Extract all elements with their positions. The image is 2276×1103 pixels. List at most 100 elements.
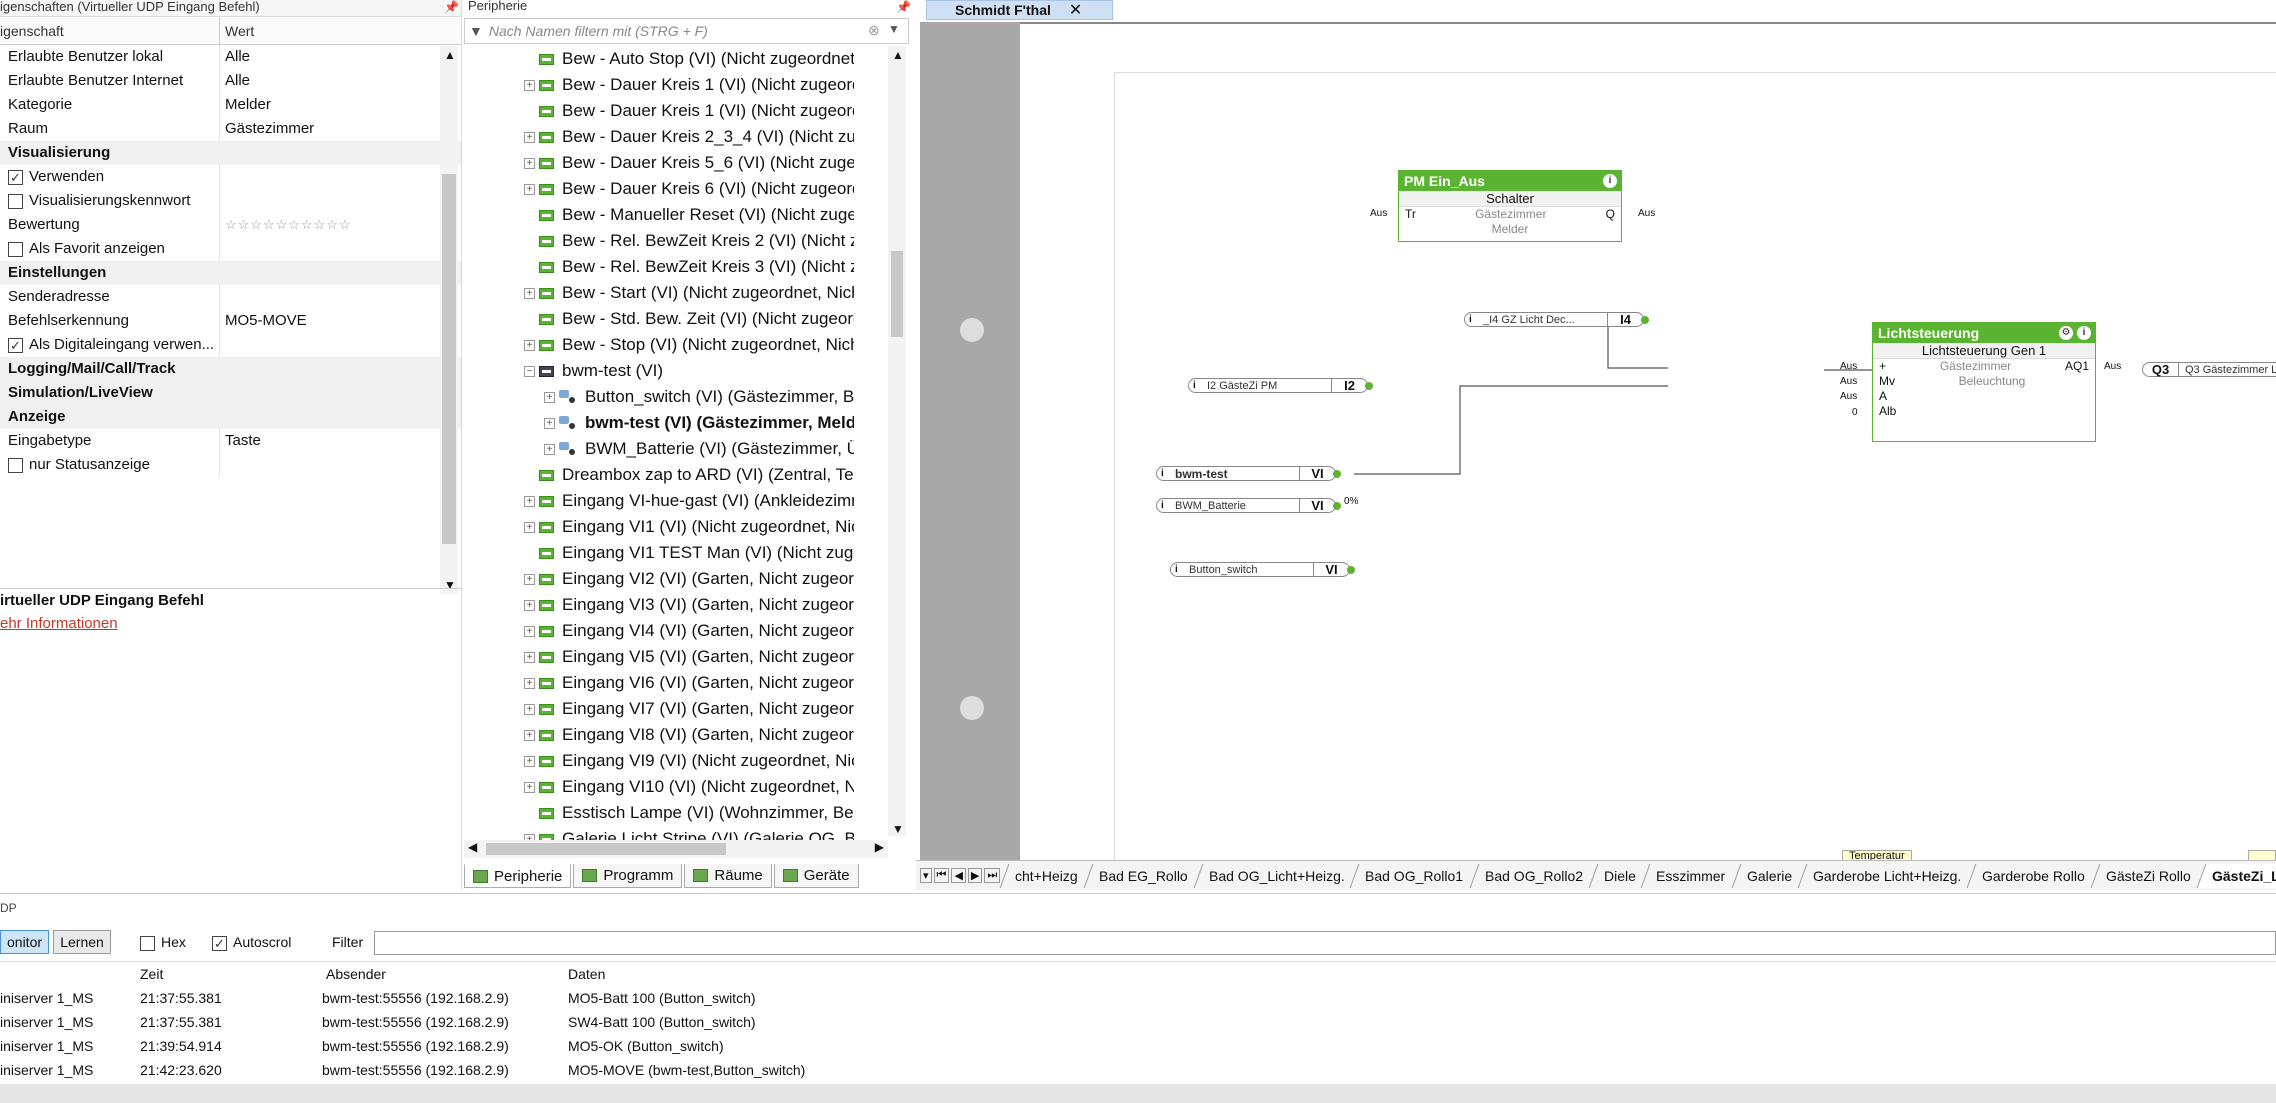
output-q3[interactable]: Q3 Gästezimmer Lic...Q3 (2142, 362, 2276, 377)
document-tab[interactable]: Schmidt F'thal ✕ (926, 0, 1114, 20)
expand-icon[interactable]: + (524, 599, 535, 611)
hex-toggle[interactable]: Hex (136, 930, 186, 954)
page-tab[interactable]: Diele (1588, 863, 1650, 888)
page-tab[interactable]: Bad OG_Rollo1 (1350, 863, 1478, 888)
expand-icon[interactable]: + (524, 703, 535, 715)
expand-icon[interactable]: + (524, 339, 535, 351)
settings-icon[interactable]: ⚙ (2059, 326, 2073, 340)
connector-dot[interactable] (1333, 470, 1341, 478)
property-value[interactable]: ☆☆☆☆☆☆☆☆☆☆ (220, 213, 461, 237)
connector-dot[interactable] (1333, 502, 1341, 510)
scroll-down-icon[interactable]: ▼ (892, 822, 904, 836)
property-row[interactable]: ✓ Verwenden (0, 165, 461, 189)
input-a[interactable]: A (1879, 389, 1887, 404)
tree-item[interactable]: + Eingang VI8 (VI) (Garten, Nicht zugeord… (524, 722, 854, 748)
property-checkbox[interactable] (8, 193, 23, 209)
tab-raeume[interactable]: Räume (684, 864, 772, 888)
expand-icon[interactable]: + (524, 781, 535, 793)
property-row[interactable]: Als Favorit anzeigen (0, 237, 461, 261)
tree-item[interactable]: Bew - Dauer Kreis 1 (VI) (Nicht zugeordn… (524, 98, 854, 124)
tree-item[interactable]: Bew - Rel. BewZeit Kreis 3 (VI) (Nicht z… (524, 254, 854, 280)
tree-item[interactable]: + Bew - Stop (VI) (Nicht zugeordnet, Nich… (524, 332, 854, 358)
expand-icon[interactable]: + (544, 443, 555, 455)
pin-icon[interactable]: 📌 (896, 0, 911, 14)
output-aq1[interactable]: AQ1 (2065, 359, 2089, 374)
tree-item[interactable]: + Bew - Start (VI) (Nicht zugeordnet, Nic… (524, 280, 854, 306)
tab-programm[interactable]: Programm (573, 864, 683, 888)
expand-icon[interactable]: + (544, 391, 555, 403)
page-tab[interactable]: Bad OG_Licht+Heizg. (1193, 863, 1359, 888)
property-row[interactable]: Simulation/LiveView (0, 381, 461, 405)
property-value[interactable]: Alle (220, 45, 461, 69)
expand-icon[interactable]: + (524, 573, 535, 585)
scroll-thumb[interactable] (891, 251, 903, 337)
nav-last-icon[interactable]: ⏭ (984, 868, 1001, 883)
tree-item[interactable]: + Eingang VI3 (VI) (Garten, Nicht zugeord… (524, 592, 854, 618)
tree-item[interactable]: + bwm-test (VI) (Gästezimmer, Melder) (524, 410, 854, 436)
scroll-thumb[interactable] (442, 174, 456, 544)
program-canvas[interactable]: PM Ein_Aus i Schalter Tr Gästezimmer Q Mel… (1020, 22, 2276, 862)
property-row[interactable]: Senderadresse (0, 285, 461, 309)
tree-item[interactable]: Dreambox zap to ARD (VI) (Zentral, Techn… (524, 462, 854, 488)
properties-scrollbar[interactable]: ▲ ▼ (440, 46, 458, 594)
tab-peripherie[interactable]: Peripherie (464, 864, 572, 888)
tree-item[interactable]: + Eingang VI9 (VI) (Nicht zugeordnet, Nic… (524, 748, 854, 774)
pin-icon[interactable]: 📌 (444, 0, 459, 14)
property-checkbox[interactable] (8, 457, 23, 473)
property-row[interactable]: Erlaubte Benutzer lokal Alle (0, 45, 461, 69)
property-row[interactable]: Visualisierungskennwort (0, 189, 461, 213)
property-value[interactable]: Alle (220, 69, 461, 93)
input-i4[interactable]: i _I4 GZ Licht Dec... I4 (1464, 312, 1649, 327)
dropdown-icon[interactable]: ▼ (888, 22, 900, 36)
property-value[interactable]: Taste (220, 429, 461, 453)
learn-button[interactable]: Lernen (53, 930, 111, 954)
tree-item[interactable]: + Button_switch (VI) (Gästezimmer, Bedie (524, 384, 854, 410)
tree-item[interactable]: + Bew - Dauer Kreis 6 (VI) (Nicht zugeord… (524, 176, 854, 202)
property-checkbox[interactable] (8, 241, 23, 257)
scroll-up-icon[interactable]: ▲ (444, 48, 456, 62)
property-checkbox[interactable]: ✓ (8, 337, 23, 353)
input-alb[interactable]: Alb (1879, 404, 1896, 419)
property-row[interactable]: Kategorie Melder (0, 93, 461, 117)
filter-box[interactable]: ▼ Nach Namen filtern mit (STRG + F) ⊗ ▼ (464, 18, 909, 44)
expand-icon[interactable]: + (524, 677, 535, 689)
page-tab[interactable]: Garderobe Rollo (1966, 863, 2100, 888)
tree-hscroll[interactable]: ◀ ▶ (464, 840, 888, 858)
expand-icon[interactable]: + (524, 131, 535, 143)
property-row[interactable]: Bewertung ☆☆☆☆☆☆☆☆☆☆ (0, 213, 461, 237)
input-mv[interactable]: Mv (1879, 374, 1895, 389)
page-tab[interactable]: Garderobe Licht+Heizg. (1797, 863, 1976, 888)
property-row[interactable]: Einstellungen (0, 261, 461, 285)
tree-item[interactable]: + BWM_Batterie (VI) (Gästezimmer, Überv (524, 436, 854, 462)
property-row[interactable]: nur Statusanzeige (0, 453, 461, 477)
tree-item[interactable]: Esstisch Lampe (VI) (Wohnzimmer, Beleuch (524, 800, 854, 826)
expand-icon[interactable]: + (524, 651, 535, 663)
property-value[interactable]: MO5-MOVE (220, 309, 461, 333)
page-tab[interactable]: GästeZi Rollo (2090, 863, 2206, 888)
output-q[interactable]: Q (1606, 207, 1615, 222)
tree-item[interactable]: + Eingang VI-hue-gast (VI) (Ankleidezimme… (524, 488, 854, 514)
tree-item[interactable]: + Eingang VI4 (VI) (Garten, Nicht zugeord… (524, 618, 854, 644)
expand-icon[interactable]: + (524, 287, 535, 299)
property-row[interactable]: Erlaubte Benutzer Internet Alle (0, 69, 461, 93)
monitor-filter-input[interactable] (374, 931, 2276, 955)
property-row[interactable]: ✓ Als Digitaleingang verwen... (0, 333, 461, 357)
tree-item[interactable]: − bwm-test (VI) (524, 358, 854, 384)
input-i2[interactable]: i I2 GästeZi PM I2 (1188, 378, 1373, 393)
property-row[interactable]: Visualisierung (0, 141, 461, 165)
page-tab[interactable]: cht+Heizg (999, 863, 1093, 888)
close-icon[interactable]: ✕ (1069, 2, 1082, 19)
page-tab[interactable]: GästeZi_Licht+ (2196, 863, 2276, 888)
tree-item[interactable]: Bew - Rel. BewZeit Kreis 2 (VI) (Nicht z… (524, 228, 854, 254)
property-row[interactable]: Logging/Mail/Call/Track (0, 357, 461, 381)
monitor-button[interactable]: onitor (0, 930, 50, 954)
lichtsteuerung-block[interactable]: Lichtsteuerung i ⚙ Lichtsteuerung Gen 1 … (1872, 322, 2096, 442)
tree-item[interactable]: Eingang VI1 TEST Man (VI) (Nicht zugeord (524, 540, 854, 566)
clear-icon[interactable]: ⊗ (868, 22, 880, 39)
page-tab[interactable]: Bad EG_Rollo (1083, 863, 1203, 888)
tree-item[interactable]: + Bew - Dauer Kreis 5_6 (VI) (Nicht zugeo… (524, 150, 854, 176)
nav-first-icon[interactable]: ⏮ (933, 868, 950, 883)
input-bwm-test[interactable]: i bwm-test VI (1156, 466, 1341, 481)
expand-icon[interactable]: + (524, 755, 535, 767)
tree-item[interactable]: Bew - Auto Stop (VI) (Nicht zugeordnet− (524, 46, 854, 72)
